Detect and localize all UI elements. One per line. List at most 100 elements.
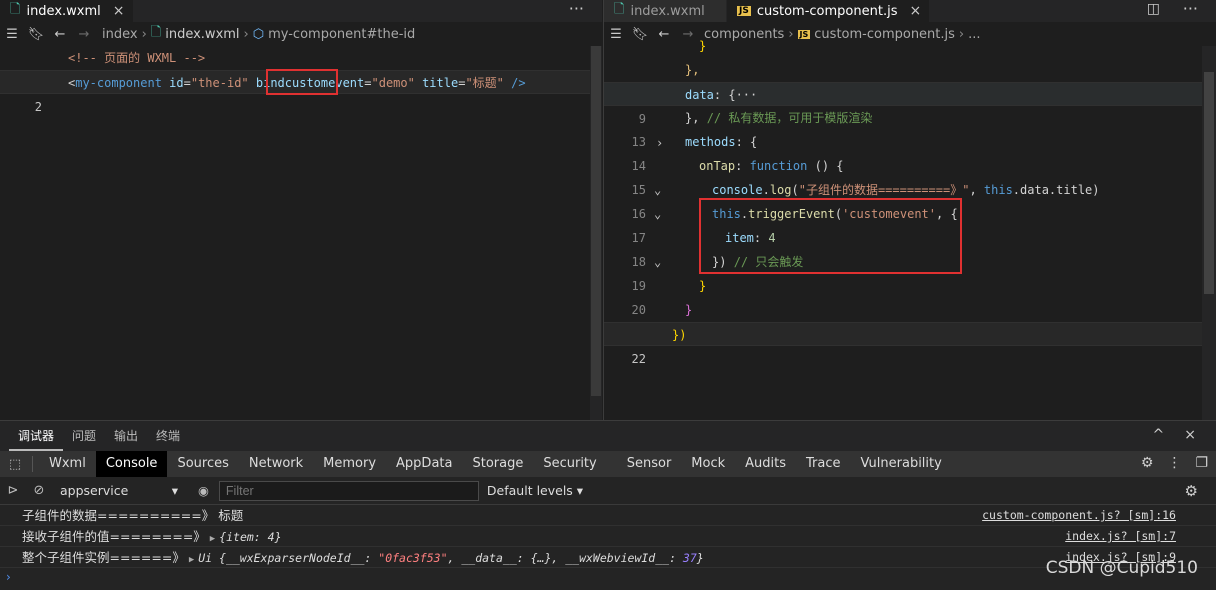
- right-tab-bar: 🗋 index.wxml JS custom-component.js × ◫ …: [604, 0, 1216, 22]
- tab-label: custom-component.js: [756, 3, 898, 19]
- devtools-tab-bar: ⬚ Wxml Console Sources Network Memory Ap…: [0, 451, 1216, 477]
- log-object-string: "0fac3f53": [378, 551, 448, 565]
- bookmark-icon[interactable]: 🔖︎: [24, 27, 48, 42]
- list-icon[interactable]: ☰: [0, 27, 24, 42]
- tab-label: index.wxml: [630, 3, 705, 19]
- code-method: log: [769, 183, 792, 197]
- console-log-row: 整个子组件实例======》 ▶ Ui {__wxExparserNodeId__…: [0, 547, 1216, 568]
- wxml-file-icon: 🗋: [614, 2, 625, 17]
- log-source-link[interactable]: custom-component.js? [sm]:16: [982, 505, 1176, 526]
- breadcrumb-node[interactable]: my-component#the-id: [268, 27, 415, 42]
- tab-index-wxml[interactable]: 🗋 index.wxml: [604, 0, 726, 22]
- tab-debugger[interactable]: 调试器: [9, 421, 64, 451]
- sidebar-toggle-icon[interactable]: ⊳: [0, 483, 26, 498]
- code-text: () {: [807, 159, 844, 173]
- tab-terminal[interactable]: 终端: [147, 421, 189, 451]
- expand-triangle-icon[interactable]: ▶: [189, 555, 194, 565]
- devtab-wxml[interactable]: Wxml: [39, 451, 96, 477]
- equals: =: [183, 76, 191, 90]
- collapse-panel-icon[interactable]: ^: [1153, 427, 1165, 443]
- code-line: 21 }: [604, 298, 1216, 341]
- devtab-storage[interactable]: Storage: [462, 451, 533, 477]
- tag-name: my-component: [75, 76, 162, 90]
- console-settings-gear-icon[interactable]: ⚙: [1185, 482, 1198, 500]
- code-string: "子组件的数据==========》": [798, 183, 970, 197]
- line-number: 22: [631, 352, 646, 366]
- devtab-audits[interactable]: Audits: [735, 451, 796, 477]
- dropdown-arrow-icon: ▾: [171, 483, 178, 498]
- console-prompt-icon[interactable]: ›: [6, 570, 11, 584]
- log-object[interactable]: ▶ Ui {__wxExparserNodeId__: "0fac3f53", _…: [189, 551, 704, 565]
- tab-label: index.wxml: [26, 3, 101, 19]
- devtab-sensor[interactable]: Sensor: [617, 451, 682, 477]
- code-text: (: [791, 183, 799, 197]
- attr-value: "标题": [465, 76, 504, 90]
- more-actions-icon[interactable]: ···: [1183, 0, 1198, 22]
- attr-value: "the-id": [190, 76, 249, 90]
- vertical-scrollbar[interactable]: [1202, 46, 1216, 420]
- code-text: ,: [969, 183, 984, 197]
- scrollbar-thumb[interactable]: [1204, 72, 1214, 294]
- code-text: : {···: [713, 88, 758, 102]
- devtab-sources[interactable]: Sources: [167, 451, 238, 477]
- log-object-text: Ui {__wxExparserNodeId__:: [198, 551, 379, 565]
- devtab-console[interactable]: Console: [95, 451, 168, 477]
- code-area[interactable]: <!-- 页面的 WXML --> 2 <my-component id="th…: [0, 46, 602, 420]
- more-actions-icon[interactable]: ···: [569, 0, 584, 22]
- back-arrow-icon[interactable]: ←: [48, 27, 72, 42]
- breadcrumb-file[interactable]: index.wxml: [165, 27, 239, 42]
- scrollbar-thumb[interactable]: [591, 46, 601, 396]
- log-source-link[interactable]: index.js? [sm]:7: [1065, 526, 1176, 547]
- split-editor-icon[interactable]: ◫: [1147, 0, 1160, 22]
- devtab-network[interactable]: Network: [239, 451, 313, 477]
- code-text: : {: [735, 135, 758, 149]
- breadcrumb-folder[interactable]: index: [102, 27, 138, 42]
- debugger-panel: 调试器 问题 输出 终端 ^ × ⬚ Wxml Console Sources …: [0, 420, 1216, 590]
- dock-icon[interactable]: ❐: [1195, 455, 1208, 471]
- gear-icon[interactable]: ⚙: [1141, 455, 1154, 471]
- code-text: }: [685, 303, 693, 317]
- code-key: data: [685, 88, 714, 102]
- close-panel-icon[interactable]: ×: [1184, 427, 1196, 443]
- eye-icon[interactable]: ◉: [198, 483, 209, 498]
- devtab-memory[interactable]: Memory: [313, 451, 386, 477]
- code-text: },: [685, 63, 700, 77]
- close-icon[interactable]: ×: [113, 3, 125, 19]
- code-line: 20 }: [604, 274, 1216, 317]
- log-object-text: }: [696, 551, 704, 565]
- forward-arrow-icon[interactable]: →: [72, 27, 96, 42]
- code-text: :: [735, 159, 750, 173]
- right-editor-pane: 🗋 index.wxml JS custom-component.js × ◫ …: [603, 0, 1216, 420]
- dropdown-arrow-icon: ▾: [576, 483, 584, 498]
- filter-input[interactable]: [218, 480, 479, 501]
- inspect-element-icon[interactable]: ⬚: [0, 457, 30, 472]
- attr-name: title: [414, 76, 459, 90]
- tab-problems[interactable]: 问题: [63, 421, 105, 451]
- devtab-security[interactable]: Security: [533, 451, 606, 477]
- cube-icon: ⬡: [252, 26, 265, 42]
- attr-value: "demo": [371, 76, 415, 90]
- code-area[interactable]: } 8 }, 9 › data: {··· 13 }, // 私有数据，可用于模…: [604, 39, 1216, 420]
- equals: =: [364, 76, 372, 90]
- clear-console-icon[interactable]: ⊘: [26, 483, 52, 498]
- log-object[interactable]: ▶ {item: 4}: [210, 530, 282, 544]
- context-select[interactable]: appservice ▾: [52, 483, 182, 498]
- devtab-vulnerability[interactable]: Vulnerability: [851, 451, 952, 477]
- code-line: 13 }, // 私有数据，可用于模版渲染: [604, 106, 1216, 149]
- code-keyword: function: [749, 159, 808, 173]
- vertical-scrollbar[interactable]: [590, 46, 602, 420]
- code-line: <!-- 页面的 WXML -->: [0, 46, 602, 70]
- chevron-right-icon: ›: [141, 26, 147, 42]
- expand-triangle-icon[interactable]: ▶: [210, 534, 215, 544]
- kebab-menu-icon[interactable]: ⋮: [1167, 455, 1181, 471]
- log-text: 整个子组件实例======》: [22, 550, 189, 565]
- tab-index-wxml[interactable]: 🗋 index.wxml ×: [0, 0, 133, 22]
- tab-output[interactable]: 输出: [105, 421, 147, 451]
- devtab-appdata[interactable]: AppData: [386, 451, 462, 477]
- wxml-file-icon: 🗋: [150, 25, 162, 40]
- tab-custom-component-js[interactable]: JS custom-component.js ×: [727, 0, 930, 22]
- log-levels-dropdown[interactable]: Default levels ▾: [487, 483, 583, 498]
- close-icon[interactable]: ×: [909, 3, 921, 19]
- devtab-mock[interactable]: Mock: [681, 451, 735, 477]
- devtab-trace[interactable]: Trace: [796, 451, 851, 477]
